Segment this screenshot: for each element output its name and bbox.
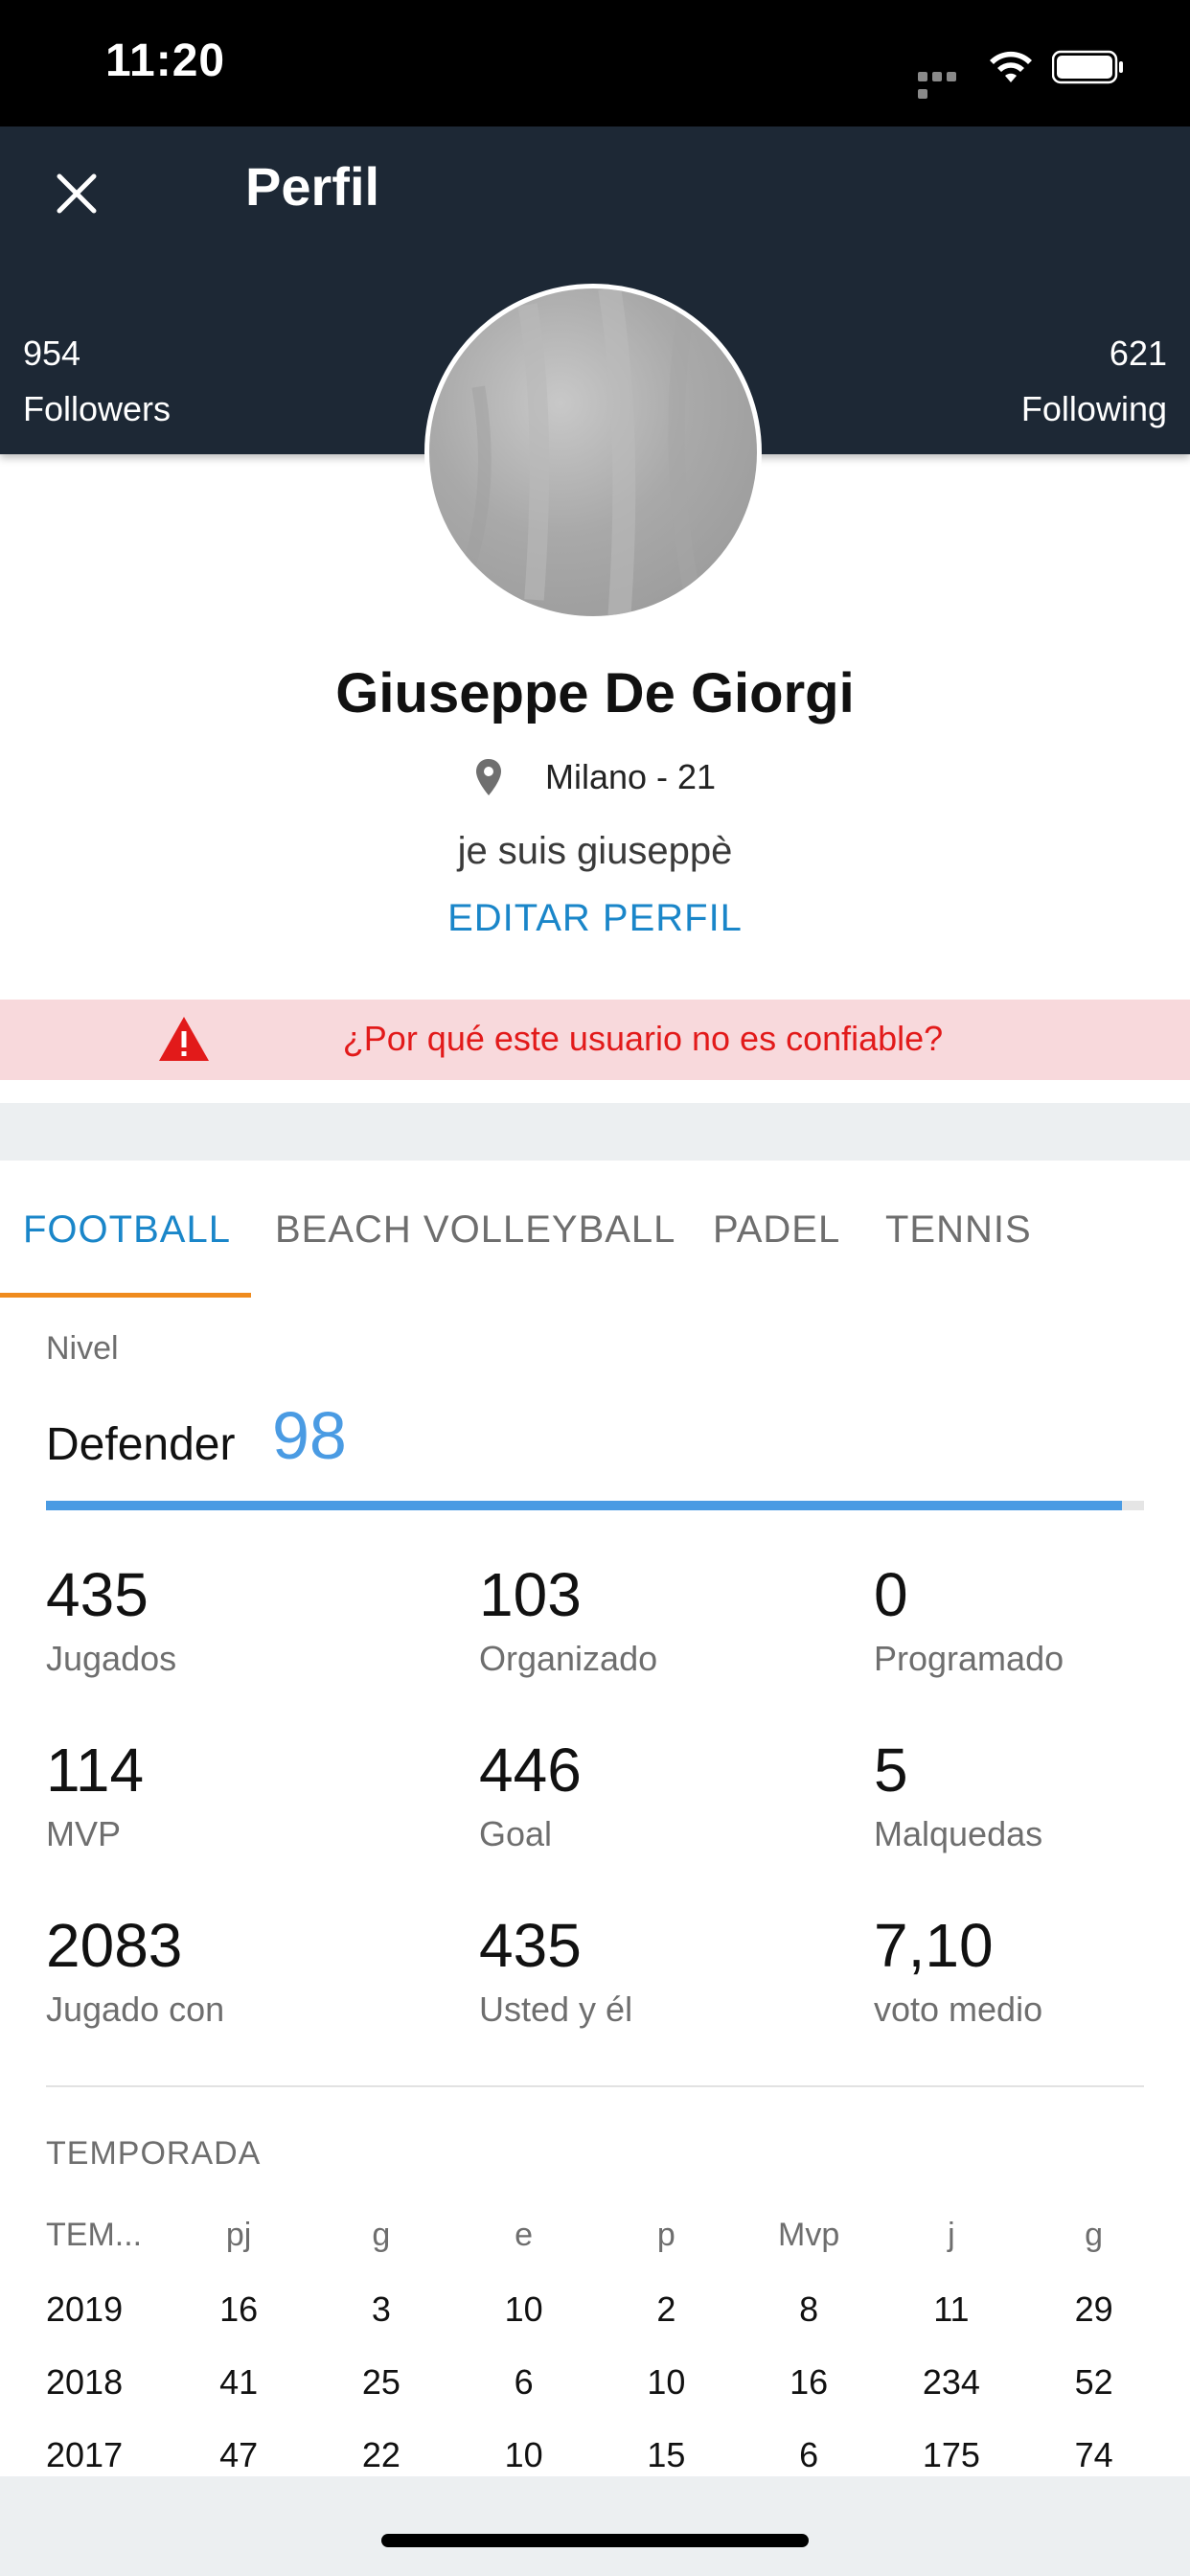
followers-label[interactable]: Followers xyxy=(23,389,171,429)
location-row: Milano - 21 xyxy=(0,757,1190,797)
column-header: Mvp xyxy=(778,2216,840,2253)
edit-profile-link[interactable]: EDITAR PERFIL xyxy=(0,897,1190,940)
following-label[interactable]: Following xyxy=(1021,389,1167,429)
stat-label: Jugado con xyxy=(46,1990,225,2029)
stat-value: 446 xyxy=(479,1736,582,1805)
table-cell: 2018 xyxy=(46,2362,124,2402)
stat-label: Malquedas xyxy=(874,1814,1043,1853)
untrusted-user-banner[interactable]: ¿Por qué este usuario no es confiable? xyxy=(0,1000,1190,1080)
divider xyxy=(46,2085,1144,2087)
stat-value: 7,10 xyxy=(874,1911,994,1980)
stat-label: Programado xyxy=(874,1639,1064,1678)
stat-value: 0 xyxy=(874,1560,908,1629)
stat-label: voto medio xyxy=(874,1990,1043,2029)
stat-label: Goal xyxy=(479,1814,553,1853)
page-title: Perfil xyxy=(245,156,380,217)
stat-value: 435 xyxy=(46,1560,149,1629)
active-tab-indicator xyxy=(0,1293,251,1298)
level-progress-fill xyxy=(46,1501,1123,1510)
column-header: e xyxy=(515,2216,534,2253)
level-label: Nivel xyxy=(46,1330,119,1367)
table-cell: 25 xyxy=(361,2362,400,2402)
table-cell: 234 xyxy=(922,2362,980,2402)
table-cell: 16 xyxy=(790,2362,829,2402)
table-cell: 2019 xyxy=(46,2289,124,2329)
home-indicator[interactable] xyxy=(381,2534,809,2547)
cellular-signal-icon xyxy=(918,69,973,99)
avatar-image xyxy=(462,288,699,616)
battery-icon xyxy=(1052,50,1123,84)
tab-football[interactable]: FOOTBALL xyxy=(23,1208,231,1252)
tab-tennis[interactable]: TENNIS xyxy=(885,1208,1032,1252)
table-cell: 10 xyxy=(647,2362,686,2402)
stat-value: 5 xyxy=(874,1736,908,1805)
status-bar: 11:20 xyxy=(0,0,1190,126)
location-pin-icon xyxy=(475,759,501,795)
followers-count[interactable]: 954 xyxy=(23,334,80,374)
stat-organized: 103 Organizado xyxy=(479,1564,657,1679)
level-value: 98 xyxy=(272,1398,347,1473)
table-cell: 52 xyxy=(1074,2362,1113,2402)
close-icon[interactable] xyxy=(48,165,105,222)
stat-label: Usted y él xyxy=(479,1990,633,2029)
untrusted-user-text: ¿Por qué este usuario no es confiable? xyxy=(342,1019,944,1058)
table-row: 2018 41 25 6 10 16 234 52 xyxy=(25,2346,1165,2419)
stat-you-and-him: 435 Usted y él xyxy=(479,1915,632,2030)
section-separator xyxy=(0,1103,1190,1161)
table-cell: 2 xyxy=(656,2289,676,2329)
table-cell: 6 xyxy=(514,2362,534,2402)
column-header: TEM... xyxy=(46,2216,143,2253)
location-text: Milano - 21 xyxy=(544,757,717,796)
table-cell: 16 xyxy=(219,2289,259,2329)
column-header: j xyxy=(948,2216,955,2253)
stat-average-rating: 7,10 voto medio xyxy=(874,1915,1042,2030)
stat-goal: 446 Goal xyxy=(479,1739,582,1854)
tab-beach-volleyball[interactable]: BEACH VOLLEYBALL xyxy=(275,1208,675,1252)
table-cell: 41 xyxy=(219,2362,259,2402)
stat-played-with: 2083 Jugado con xyxy=(46,1915,224,2030)
stat-scheduled: 0 Programado xyxy=(874,1564,1064,1679)
home-indicator-area xyxy=(0,2476,1190,2576)
stat-label: Organizado xyxy=(479,1639,658,1678)
profile-bio: je suis giuseppè xyxy=(457,830,733,872)
season-title: TEMPORADA xyxy=(46,2135,262,2172)
stat-value: 435 xyxy=(479,1911,582,1980)
status-time: 11:20 xyxy=(105,35,226,86)
tab-padel[interactable]: PADEL xyxy=(713,1208,840,1252)
table-row: 2019 16 3 10 2 8 11 29 xyxy=(25,2273,1165,2346)
table-cell: 8 xyxy=(799,2289,819,2329)
column-header: p xyxy=(656,2216,675,2253)
season-table: TEM... pj g e p Mvp j g 2019 16 3 10 2 8… xyxy=(25,2196,1165,2492)
stat-mvp: 114 MVP xyxy=(46,1739,144,1854)
stat-label: Jugados xyxy=(46,1639,177,1678)
following-count[interactable]: 621 xyxy=(1110,334,1167,374)
stat-no-shows: 5 Malquedas xyxy=(874,1739,1042,1854)
stat-value: 2083 xyxy=(46,1911,183,1980)
level-progress-bar xyxy=(46,1501,1144,1510)
column-header: g xyxy=(372,2216,391,2253)
table-cell: 29 xyxy=(1074,2289,1113,2329)
level-role: Defender xyxy=(46,1419,236,1470)
stat-label: MVP xyxy=(46,1814,122,1853)
table-cell: 10 xyxy=(504,2289,543,2329)
sport-tabs: FOOTBALL BEACH VOLLEYBALL PADEL TENNIS xyxy=(0,1161,1190,1300)
profile-name: Giuseppe De Giorgi xyxy=(335,662,855,724)
wifi-icon xyxy=(990,51,1032,82)
table-cell: 3 xyxy=(371,2289,391,2329)
stat-value: 103 xyxy=(479,1560,582,1629)
season-header-row: TEM... pj g e p Mvp j g xyxy=(25,2196,1165,2273)
column-header: pj xyxy=(225,2216,252,2253)
column-header: g xyxy=(1085,2216,1104,2253)
avatar[interactable] xyxy=(424,284,762,621)
stat-played: 435 Jugados xyxy=(46,1564,176,1679)
stat-value: 114 xyxy=(46,1736,145,1805)
table-cell: 11 xyxy=(933,2289,970,2329)
